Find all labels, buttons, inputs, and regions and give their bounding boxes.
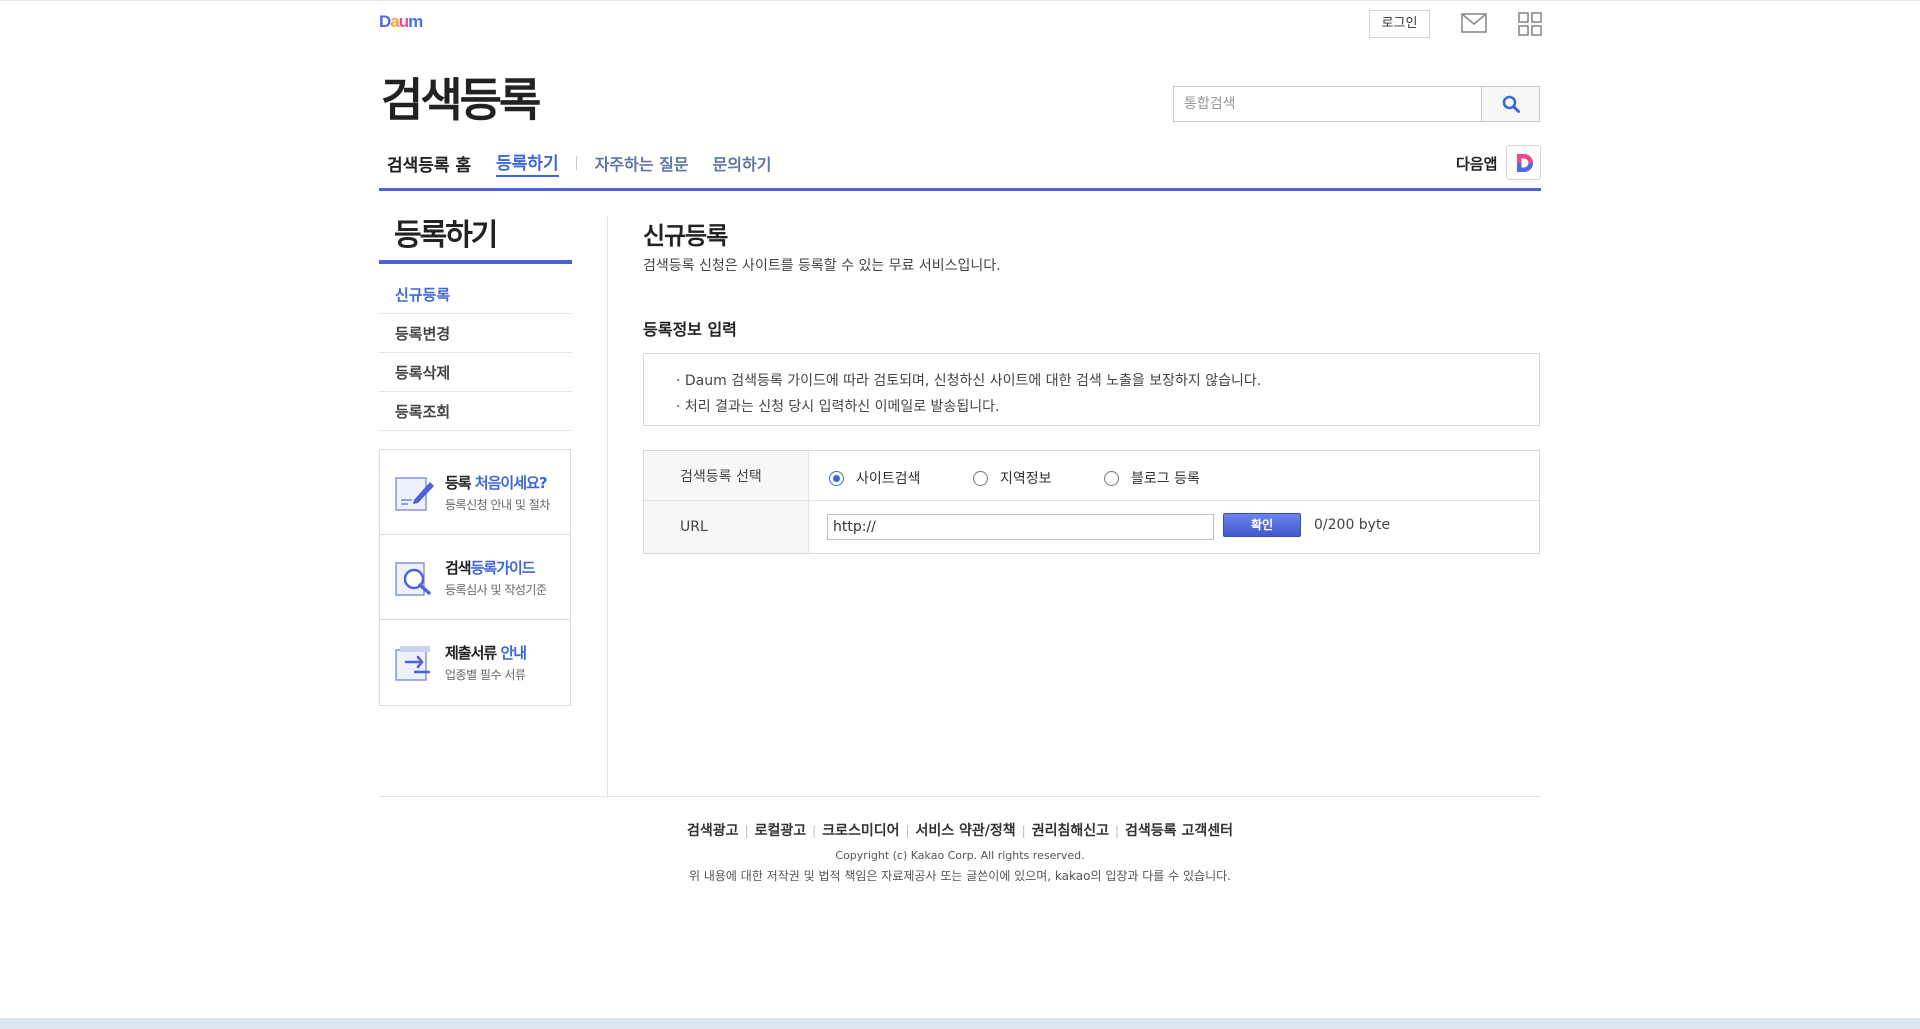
- search-icon: [1502, 95, 1520, 113]
- banner-desc: 등록신청 안내 및 절차: [445, 498, 550, 512]
- sidebar-banners: 등록 처음이세요? 등록신청 안내 및 절차 검색등록가이드 등록심사 및 작성…: [379, 449, 571, 706]
- nav-home[interactable]: 검색등록 홈: [387, 151, 471, 176]
- browser-bottom-bar: [0, 1018, 1920, 1029]
- sidebar-item-change[interactable]: 등록변경: [379, 314, 572, 353]
- login-button[interactable]: 로그인: [1369, 10, 1430, 38]
- notice-line: · Daum 검색등록 가이드에 따라 검토되며, 신청하신 사이트에 대한 검…: [676, 373, 1262, 389]
- service-title[interactable]: 검색등록: [381, 72, 541, 128]
- type-label: 검색등록 선택: [644, 451, 809, 500]
- magnifier-doc-icon: [395, 562, 431, 596]
- banner-title: 검색등록가이드: [445, 559, 536, 577]
- nav-separator: [575, 156, 577, 170]
- footer-divider: [379, 796, 1541, 797]
- copyright: Copyright (c) Kakao Corp. All rights res…: [835, 849, 1085, 862]
- sidebar-item-lookup[interactable]: 등록조회: [379, 392, 572, 431]
- byte-counter: 0/200 byte: [1314, 517, 1391, 533]
- footer-link-search-ads[interactable]: 검색광고: [687, 823, 739, 839]
- sidebar-item-new[interactable]: 신규등록: [379, 275, 572, 314]
- pencil-note-icon: [395, 477, 434, 511]
- radio-local-info[interactable]: 지역정보: [973, 468, 1052, 488]
- mail-icon[interactable]: [1461, 12, 1487, 34]
- banner-first-time[interactable]: 등록 처음이세요? 등록신청 안내 및 절차: [380, 450, 570, 535]
- disclaimer: 위 내용에 대한 저작권 및 법적 책임은 자료제공사 또는 글쓴이에 있으며,…: [689, 869, 1231, 883]
- daum-logo[interactable]: Daum: [379, 12, 423, 32]
- main-nav: 검색등록 홈 등록하기 자주하는 질문 문의하기: [379, 148, 795, 178]
- radio-site-search[interactable]: 사이트검색: [829, 468, 920, 488]
- page-container: Daum 로그인 검색등록 검색등록 홈 등록하기 자주하는 질문 문의하기 다…: [379, 0, 1542, 1010]
- radio-button[interactable]: [973, 470, 988, 486]
- nav-underline: [379, 188, 1541, 191]
- footer-link-support[interactable]: 검색등록 고객센터: [1125, 823, 1233, 839]
- notice-box: · Daum 검색등록 가이드에 따라 검토되며, 신청하신 사이트에 대한 검…: [643, 353, 1540, 426]
- footer-link-cross-media[interactable]: 크로스미디어: [822, 823, 899, 839]
- banner-desc: 등록심사 및 작성기준: [445, 583, 547, 597]
- section-title: 등록정보 입력: [643, 320, 737, 339]
- radio-button[interactable]: [1104, 470, 1119, 486]
- banner-desc: 업종별 필수 서류: [445, 668, 526, 682]
- banner-title: 제출서류 안내: [445, 644, 527, 662]
- daum-app-icon[interactable]: [1506, 145, 1541, 180]
- search-button[interactable]: [1481, 87, 1539, 121]
- url-label: URL: [644, 501, 809, 553]
- daum-app-label[interactable]: 다음앱: [1456, 153, 1497, 174]
- column-divider: [607, 216, 608, 797]
- sidebar-title-underline: [379, 260, 572, 264]
- radio-button[interactable]: [829, 470, 844, 486]
- content-description: 검색등록 신청은 사이트를 등록할 수 있는 무료 서비스입니다.: [643, 258, 1001, 274]
- footer-links: 검색광고 | 로컬광고 | 크로스미디어 | 서비스 약관/정책 | 권리침해신고 | 검색등록 고…: [687, 823, 1233, 839]
- url-input[interactable]: [827, 514, 1214, 540]
- sidebar-item-delete[interactable]: 등록삭제: [379, 353, 572, 392]
- confirm-button[interactable]: 확인: [1223, 513, 1301, 537]
- form-row-type: 검색등록 선택 사이트검색 지역정보 블로그 등록: [644, 451, 1539, 501]
- nav-faq[interactable]: 자주하는 질문: [595, 151, 689, 175]
- footer-link-terms[interactable]: 서비스 약관/정책: [916, 823, 1016, 839]
- sidebar-title: 등록하기: [394, 218, 498, 253]
- registration-form: 검색등록 선택 사이트검색 지역정보 블로그 등록 URL 확인 0/200 b…: [643, 450, 1540, 554]
- nav-register[interactable]: 등록하기: [496, 149, 559, 177]
- content-title: 신규등록: [643, 222, 728, 250]
- search-input[interactable]: [1174, 87, 1482, 121]
- apps-grid-icon[interactable]: [1518, 12, 1542, 36]
- form-row-url: URL 확인 0/200 byte: [644, 501, 1539, 553]
- notice-line: · 처리 결과는 신청 당시 입력하신 이메일로 발송됩니다.: [676, 399, 1000, 415]
- radio-blog[interactable]: 블로그 등록: [1104, 468, 1200, 488]
- banner-guide[interactable]: 검색등록가이드 등록심사 및 작성기준: [380, 535, 570, 620]
- search-box: [1173, 86, 1540, 122]
- nav-inquiry[interactable]: 문의하기: [713, 151, 772, 175]
- sidebar-menu: 신규등록 등록변경 등록삭제 등록조회: [379, 275, 572, 431]
- document-arrow-icon: [395, 646, 430, 681]
- banner-title: 등록 처음이세요?: [445, 474, 548, 492]
- banner-documents[interactable]: 제출서류 안내 업종별 필수 서류: [380, 620, 570, 705]
- footer-link-local-ads[interactable]: 로컬광고: [755, 823, 807, 839]
- footer-link-report[interactable]: 권리침해신고: [1032, 823, 1109, 839]
